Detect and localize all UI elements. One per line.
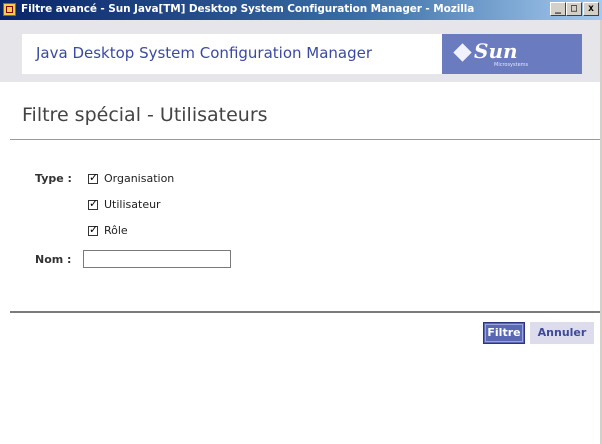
checkbox-utilisateur[interactable] xyxy=(88,197,98,211)
app-name: Java Desktop System Configuration Manage… xyxy=(36,44,373,62)
footer-divider xyxy=(10,311,600,313)
app-icon xyxy=(3,3,16,16)
checkbox-organisation-label: Organisation xyxy=(104,172,175,185)
window-title: Filtre avancé - Sun Java[TM] Desktop Sys… xyxy=(21,3,475,15)
name-label: Nom : xyxy=(35,253,72,266)
checkbox-role-label: Rôle xyxy=(104,224,128,237)
sun-logo: Sun Microsystems xyxy=(442,34,582,74)
type-label: Type : xyxy=(35,172,72,185)
page-title: Filtre spécial - Utilisateurs xyxy=(22,104,268,126)
checkbox-organisation[interactable] xyxy=(88,171,98,185)
minimize-button[interactable]: _ xyxy=(550,2,566,16)
cancel-button[interactable]: Annuler xyxy=(530,322,594,344)
maximize-button[interactable]: □ xyxy=(566,2,582,16)
close-button[interactable]: x xyxy=(583,2,599,16)
sun-logo-text: Sun xyxy=(474,39,518,63)
window-titlebar[interactable]: Filtre avancé - Sun Java[TM] Desktop Sys… xyxy=(0,0,602,20)
sun-diamond-icon xyxy=(453,43,472,62)
divider xyxy=(10,139,600,140)
sun-logo-subtext: Microsystems xyxy=(494,62,529,68)
filter-button[interactable]: Filtre xyxy=(483,322,525,344)
name-input[interactable] xyxy=(83,250,231,268)
checkbox-utilisateur-label: Utilisateur xyxy=(104,198,161,211)
checkbox-role[interactable] xyxy=(88,223,98,237)
